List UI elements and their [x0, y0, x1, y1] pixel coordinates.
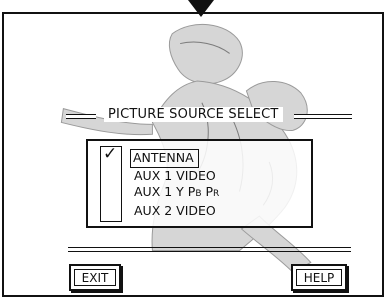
- source-item-antenna[interactable]: ANTENNA: [130, 149, 199, 168]
- pr-letter: P: [201, 184, 214, 199]
- exit-button-label: EXIT: [74, 269, 116, 286]
- menu-title: PICTURE SOURCE SELECT: [104, 107, 283, 122]
- menu-title-row: PICTURE SOURCE SELECT: [66, 107, 352, 123]
- pr-subscript: R: [213, 189, 220, 199]
- title-rule-right: [294, 114, 352, 119]
- source-item-aux1-ypbpr[interactable]: AUX 1 Y PB PR: [132, 184, 223, 203]
- source-list: ANTENNA AUX 1 VIDEO AUX 1 Y PB PR AUX 2 …: [130, 147, 223, 220]
- source-list-box: ✓ ANTENNA AUX 1 VIDEO AUX 1 Y PB PR AUX …: [86, 139, 313, 228]
- help-button[interactable]: HELP: [291, 264, 347, 291]
- menu-divider: [68, 247, 351, 252]
- source-item-aux1-video[interactable]: AUX 1 VIDEO: [132, 168, 223, 185]
- help-button-label: HELP: [296, 269, 342, 286]
- title-rule-left: [66, 114, 96, 119]
- osd-screen: PICTURE SOURCE SELECT ✓ ANTENNA AUX 1 VI…: [2, 12, 384, 297]
- checkmark-icon: ✓: [103, 144, 118, 164]
- exit-button[interactable]: EXIT: [69, 264, 121, 291]
- source-item-aux2-video[interactable]: AUX 2 VIDEO: [132, 203, 223, 220]
- source-item-aux1-ypbpr-main: AUX 1 Y: [134, 184, 188, 199]
- check-column: ✓: [100, 144, 122, 222]
